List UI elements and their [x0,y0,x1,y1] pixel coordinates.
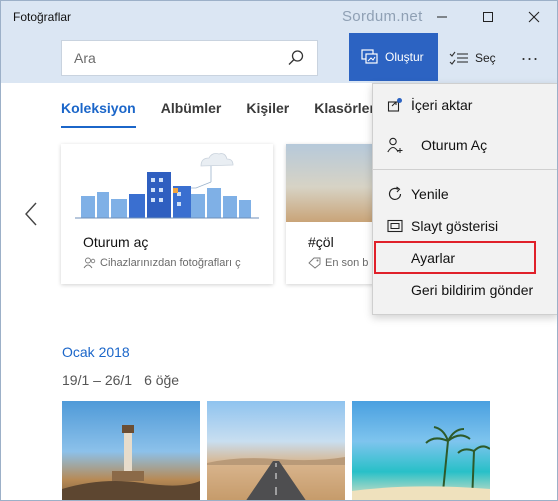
menu-item-sign-in-label: Oturum Aç [421,137,488,153]
more-options-menu: İçeri aktar Oturum Aç Yenile Slayt göste… [372,83,557,315]
desert-card-subtitle-text: En son b [325,257,369,269]
photos-window: Fotoğraflar Sordum.net Oluştur [0,0,558,501]
desert-thumbnail [286,144,386,222]
signin-card[interactable]: Oturum aç Cihazlarınızdan fotoğrafları ç [61,144,273,284]
beach-photo [352,426,490,500]
date-heading[interactable]: Ocak 2018 [62,344,130,360]
photo-thumbnail[interactable] [207,401,345,500]
tab-collection[interactable]: Koleksiyon [61,100,136,128]
lighthouse-photo [62,425,200,500]
view-tabs: Koleksiyon Albümler Kişiler Klasörler [61,100,400,128]
menu-item-feedback[interactable]: Geri bildirim gönder [373,275,557,305]
create-label: Oluştur [385,50,424,64]
more-options-button[interactable]: ... [515,45,545,67]
maximize-icon [483,12,493,22]
create-button[interactable]: Oluştur [349,33,438,81]
search-box[interactable] [61,40,318,76]
chevron-left-icon[interactable] [21,201,41,227]
menu-item-import[interactable]: İçeri aktar [373,90,557,120]
close-button[interactable] [511,1,557,33]
slideshow-icon [387,219,403,233]
select-button[interactable]: Seç [449,45,496,71]
tab-people[interactable]: Kişiler [246,100,289,122]
desert-card-subtitle: En son b [308,257,368,269]
desert-tag-card[interactable]: #çöl En son b [286,144,386,284]
menu-item-refresh-label: Yenile [411,186,449,202]
desert-road-photo [207,457,345,500]
date-range-text: 19/1 – 26/1 [62,372,133,388]
toolbar: Oluştur Seç ... [1,33,557,83]
menu-item-import-label: İçeri aktar [411,97,473,113]
menu-item-settings-label: Ayarlar [411,250,456,266]
minimize-icon [437,16,447,18]
import-icon [387,98,402,112]
search-icon[interactable] [287,49,305,67]
user-add-icon [387,137,403,153]
date-range: 19/1 – 26/1 6 öğe [62,372,179,388]
menu-item-slideshow[interactable]: Slayt gösterisi [373,211,557,241]
signin-card-subtitle: Cihazlarınızdan fotoğrafları ç [83,257,273,269]
menu-item-refresh[interactable]: Yenile [373,179,557,209]
watermark-text: Sordum.net [342,8,423,25]
menu-item-settings[interactable]: Ayarlar [373,243,557,273]
menu-item-sign-in[interactable]: Oturum Aç [373,130,557,160]
menu-divider [373,169,557,170]
tab-albums[interactable]: Albümler [161,100,222,122]
city-illustration [75,153,259,219]
menu-item-slideshow-label: Slayt gösterisi [411,218,499,234]
tab-folders[interactable]: Klasörler [314,100,375,122]
signin-card-subtitle-text: Cihazlarınızdan fotoğrafları ç [100,257,241,269]
title-bar: Fotoğraflar Sordum.net [1,1,557,33]
tag-icon [308,257,321,269]
item-count: 6 öğe [144,372,180,388]
close-icon [528,11,540,23]
photo-thumbnail[interactable] [352,401,490,500]
refresh-icon [388,186,402,200]
desert-card-title: #çöl [308,234,334,250]
create-icon [361,49,378,64]
select-label: Seç [475,51,496,65]
menu-item-feedback-label: Geri bildirim gönder [411,282,534,298]
minimize-button[interactable] [419,1,465,33]
people-icon [83,257,96,269]
app-title: Fotoğraflar [13,10,72,24]
select-list-icon [449,51,468,65]
signin-card-title: Oturum aç [83,234,149,250]
photo-thumbnail[interactable] [62,401,200,500]
search-input[interactable] [74,41,274,75]
maximize-button[interactable] [465,1,511,33]
